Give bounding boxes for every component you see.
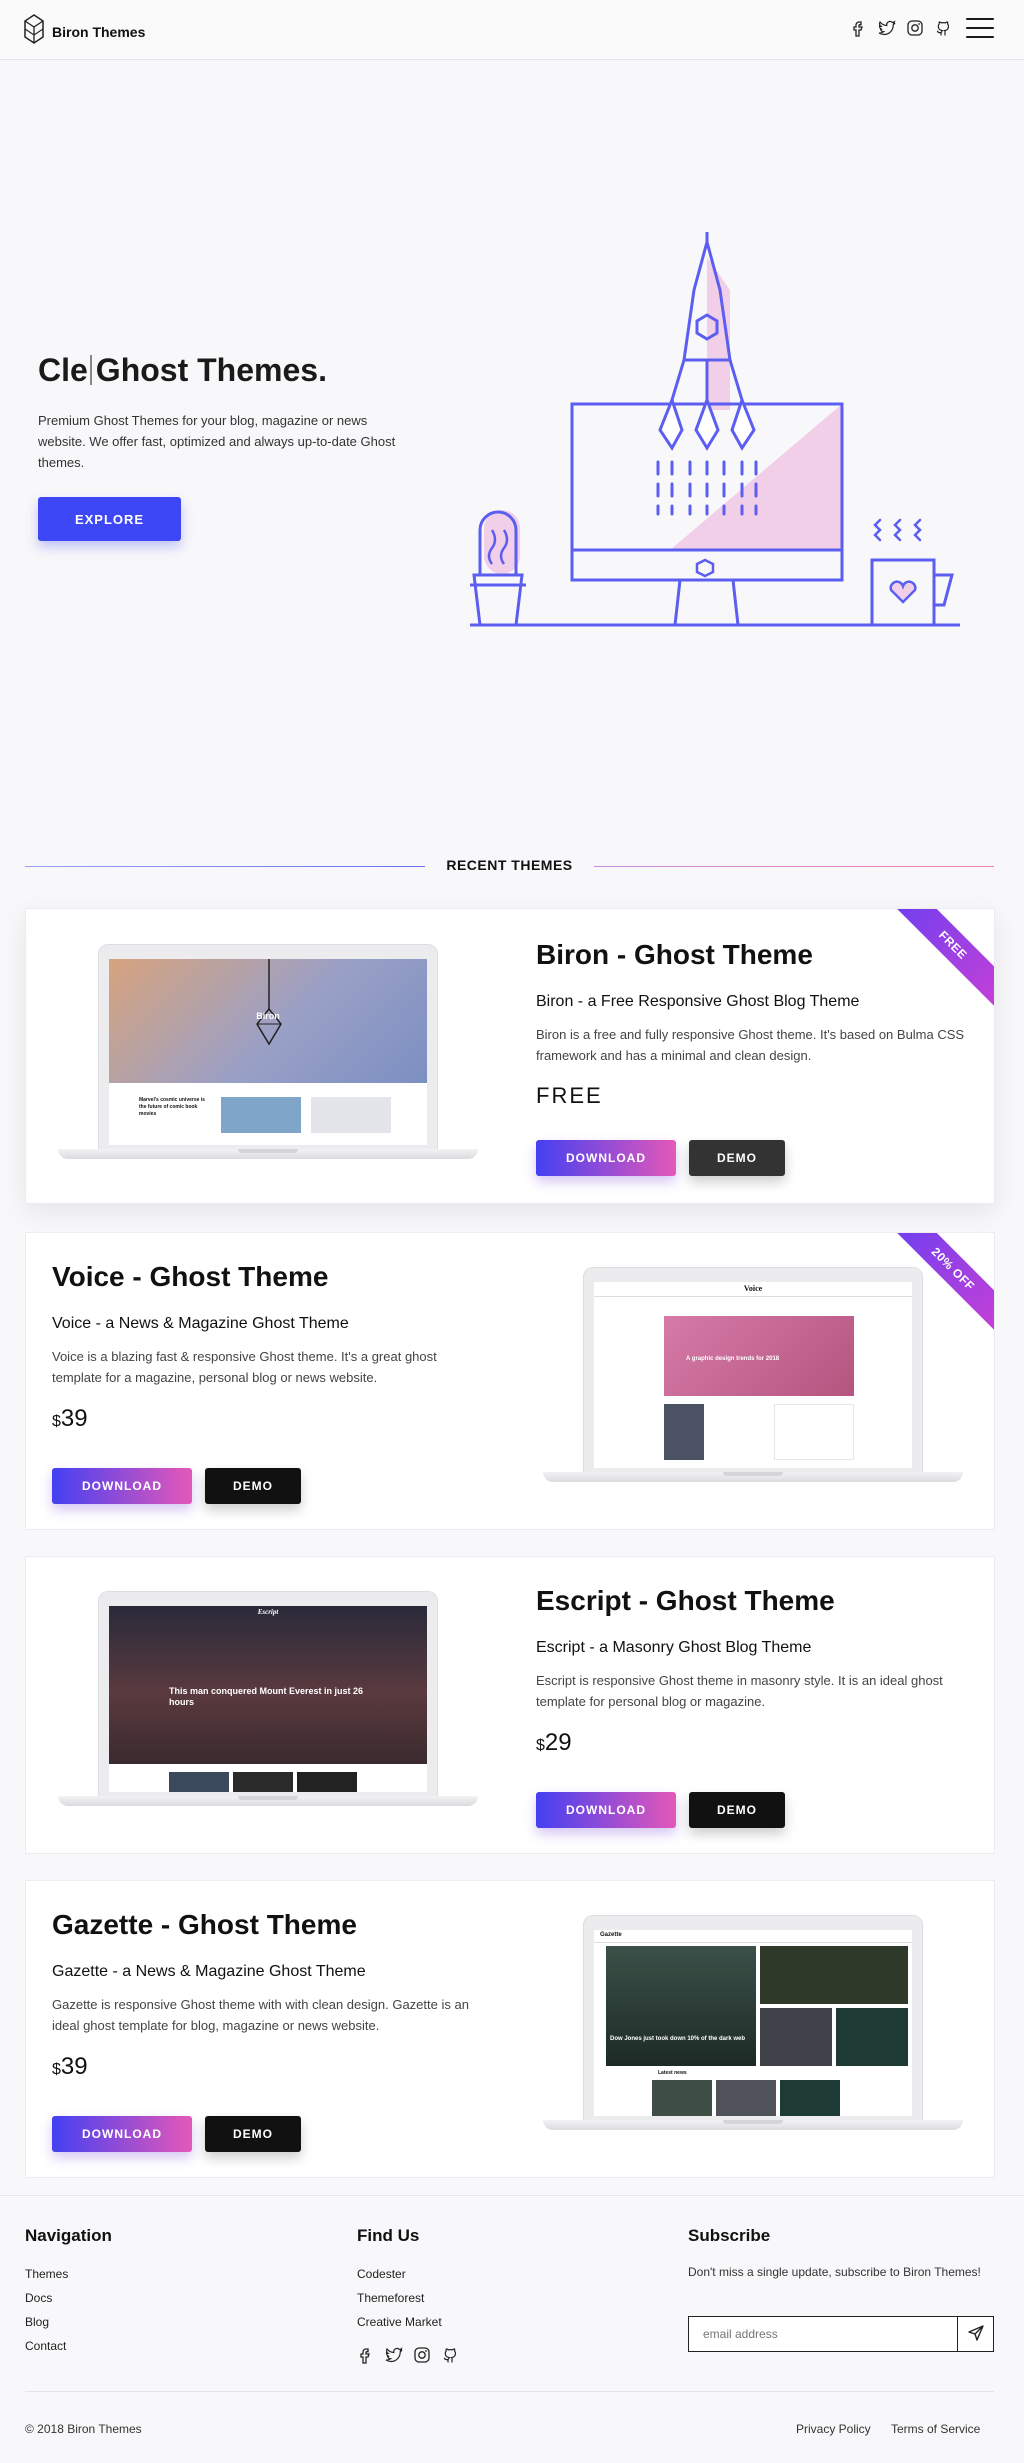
footer-link-themeforest[interactable]: Themeforest [357,2291,424,2305]
email-input[interactable] [689,2317,957,2351]
demo-button[interactable]: DEMO [689,1792,785,1828]
footer-findus-heading: Find Us [357,2226,420,2245]
theme-price: FREE [536,1083,603,1108]
price-currency: $ [536,1737,545,1754]
theme-card-gazette: Gazette - Ghost Theme Gazette - a News &… [25,1880,995,2178]
hero-title: Cle Ghost Themes. [38,352,327,389]
theme-price: $39 [52,2053,88,2081]
screen-title: Gazette [600,1932,622,1938]
screen-post-title: This man conquered Mount Everest in just… [169,1686,364,1707]
copyright: © 2018 Biron Themes [25,2422,142,2436]
footer-social [357,2346,459,2364]
theme-screenshot: Gazette Dow Jones just took down 10% of … [594,1930,912,2116]
download-button[interactable]: DOWNLOAD [52,2116,192,2152]
screen-post-title: Marvel's cosmic universe is the future o… [139,1097,205,1117]
github-icon[interactable] [441,2346,459,2364]
header-social [850,19,952,37]
theme-title[interactable]: Escript - Ghost Theme [536,1585,835,1617]
typing-cursor [89,355,92,385]
section-title: RECENT THEMES [446,857,573,873]
screen-post-title: A graphic design trends for 2018 [686,1356,780,1362]
privacy-policy-link[interactable]: Privacy Policy [796,2422,871,2436]
footer-link-themes[interactable]: Themes [25,2267,68,2281]
theme-card-biron: FREE Biron Marvel's cosmic universe is t… [25,908,995,1204]
theme-description: Biron is a free and fully responsive Gho… [536,1027,965,1063]
explore-button[interactable]: EXPLORE [38,497,181,541]
screen-post-title: Dow Jones just took down 10% of the dark… [610,2036,746,2042]
github-icon[interactable] [934,19,952,37]
footer-link-docs[interactable]: Docs [25,2291,52,2305]
price-currency: $ [52,1413,61,1430]
footer-link-codester[interactable]: Codester [357,2267,406,2281]
subscribe-text: Don't miss a single update, subscribe to… [688,2265,981,2279]
rocket-monitor-illustration [460,230,980,635]
instagram-icon[interactable] [906,19,924,37]
subscribe-form [688,2316,994,2352]
terms-of-service-link[interactable]: Terms of Service [891,2422,980,2436]
theme-screenshot: Biron Marvel's cosmic universe is the fu… [109,959,427,1145]
footer-link-blog[interactable]: Blog [25,2315,49,2329]
screen-title: Biron [256,1011,280,1021]
theme-title[interactable]: Gazette - Ghost Theme [52,1909,357,1941]
logo-icon [24,14,44,49]
theme-subtitle: Escript - a Masonry Ghost Blog Theme [536,1639,812,1656]
download-button[interactable]: DOWNLOAD [536,1792,676,1828]
theme-subtitle: Biron - a Free Responsive Ghost Blog The… [536,993,860,1010]
theme-screenshot: Voice A graphic design trends for 2018 [594,1282,912,1468]
demo-button[interactable]: DEMO [689,1140,785,1176]
hamburger-menu-icon[interactable] [966,18,994,40]
hero-title-typed: Cle [38,352,88,388]
site-header: Biron Themes [0,0,1024,60]
footer-divider [25,2391,994,2392]
theme-price: $39 [52,1405,88,1433]
theme-card-escript: Escript This man conquered Mount Everest… [25,1556,995,1854]
download-button[interactable]: DOWNLOAD [536,1140,676,1176]
theme-description: Gazette is responsive Ghost theme with w… [52,1997,469,2033]
theme-card-voice: 20% OFF Voice - Ghost Theme Voice - a Ne… [25,1232,995,1530]
ribbon-badge: FREE [890,909,994,1008]
divider-line-right [594,866,994,867]
theme-subtitle: Voice - a News & Magazine Ghost Theme [52,1315,349,1332]
theme-preview-laptop[interactable]: Gazette Dow Jones just took down 10% of … [543,1915,963,2135]
screen-section-title: Latest news [658,2070,687,2076]
demo-button[interactable]: DEMO [205,1468,301,1504]
brand-name: Biron Themes [52,23,146,40]
footer-link-contact[interactable]: Contact [25,2339,66,2353]
theme-title[interactable]: Voice - Ghost Theme [52,1261,328,1293]
footer-subscribe-heading: Subscribe [688,2226,771,2245]
price-value: 39 [60,2053,88,2080]
theme-preview-laptop[interactable]: Escript This man conquered Mount Everest… [58,1591,478,1811]
recent-themes-divider: RECENT THEMES [25,856,994,876]
send-icon [967,2324,985,2345]
theme-price: $29 [536,1729,572,1757]
price-currency: $ [52,2061,61,2078]
demo-button[interactable]: DEMO [205,2116,301,2152]
theme-preview-laptop[interactable]: Biron Marvel's cosmic universe is the fu… [58,944,478,1164]
download-button[interactable]: DOWNLOAD [52,1468,192,1504]
screen-title: Escript [257,1608,279,1616]
theme-description: Escript is responsive Ghost theme in mas… [536,1673,943,1709]
footer-link-creative-market[interactable]: Creative Market [357,2315,442,2329]
hero-description: Premium Ghost Themes for your blog, maga… [38,413,396,470]
twitter-icon[interactable] [385,2346,403,2364]
hero-title-rest: Ghost Themes. [95,352,327,388]
brand-link[interactable]: Biron Themes [24,14,145,49]
theme-preview-laptop[interactable]: Voice A graphic design trends for 2018 [543,1267,963,1487]
theme-title[interactable]: Biron - Ghost Theme [536,939,813,971]
instagram-icon[interactable] [413,2346,431,2364]
twitter-icon[interactable] [878,19,896,37]
theme-screenshot: Escript This man conquered Mount Everest… [109,1606,427,1792]
facebook-icon[interactable] [850,19,868,37]
price-value: 39 [60,1405,88,1432]
price-value: 29 [544,1729,572,1756]
footer-nav-heading: Navigation [25,2226,112,2245]
theme-description: Voice is a blazing fast & responsive Gho… [52,1349,437,1385]
screen-title: Voice [743,1284,763,1293]
site-footer: Navigation Themes Docs Blog Contact Find… [0,2195,1024,2463]
theme-subtitle: Gazette - a News & Magazine Ghost Theme [52,1963,366,1980]
send-button[interactable] [957,2317,993,2351]
facebook-icon[interactable] [357,2346,375,2364]
